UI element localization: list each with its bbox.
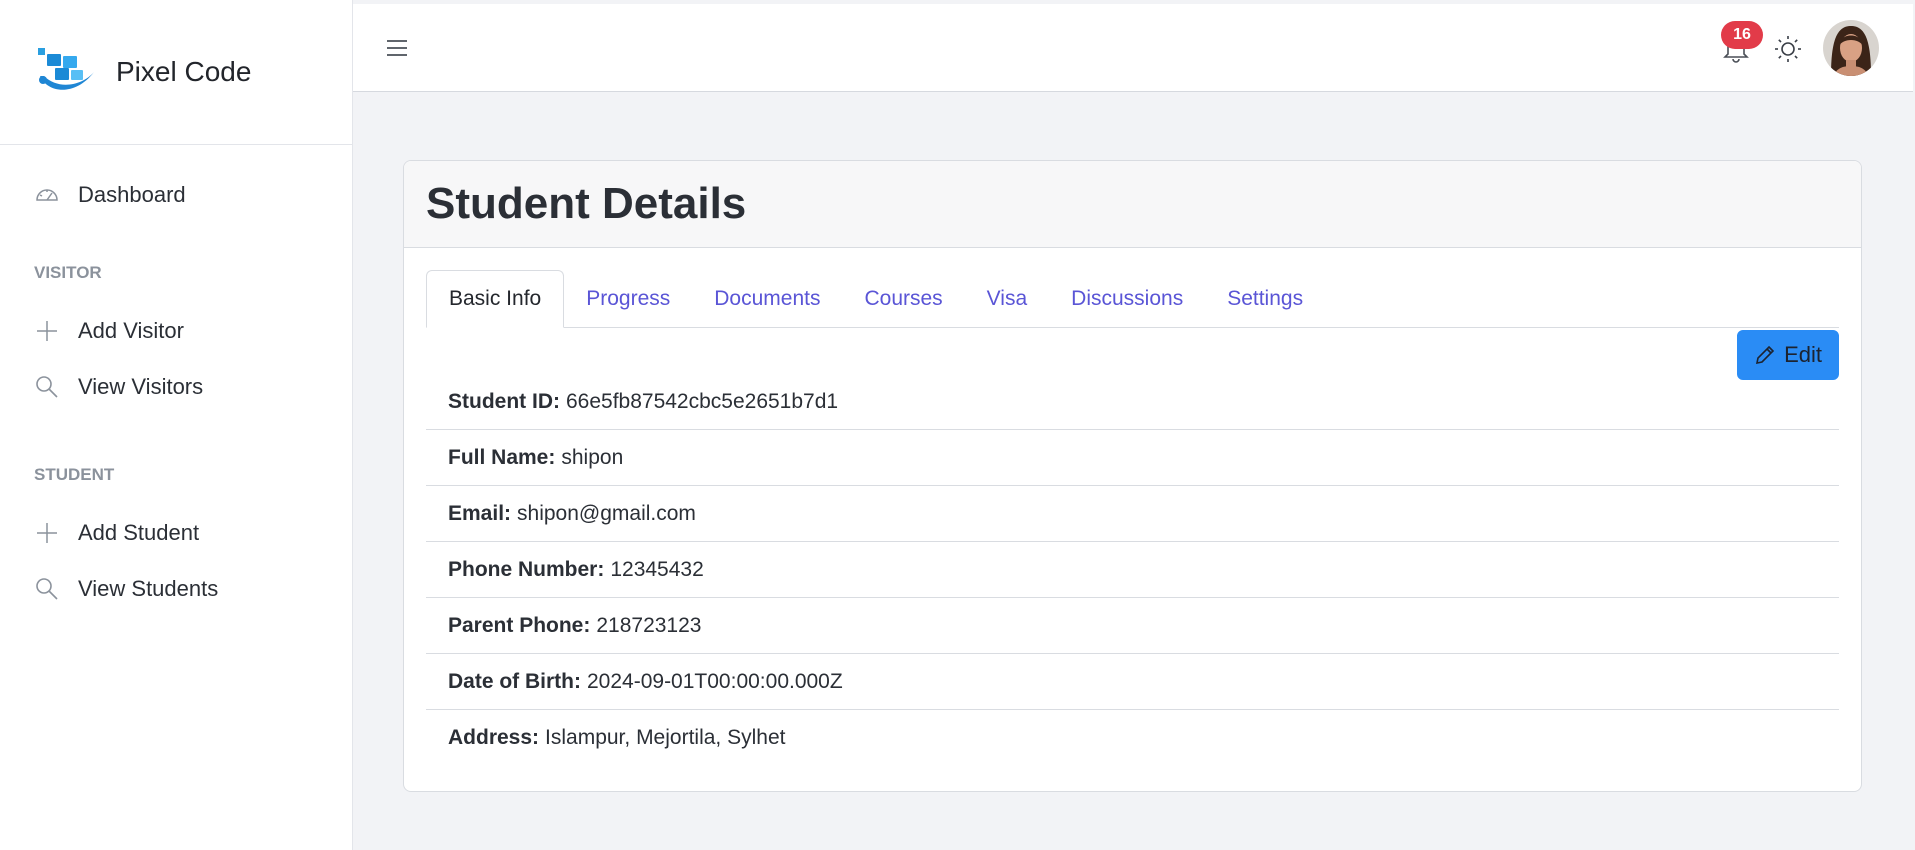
section-title-visitor: VISITOR	[34, 263, 102, 282]
card-header: Student Details	[404, 161, 1861, 248]
page-title: Student Details	[426, 179, 747, 228]
edit-button-label: Edit	[1784, 342, 1822, 367]
student-details-card: Student Details Basic Info Progress Docu…	[403, 160, 1862, 792]
tab-bar: Basic Info Progress Documents Courses Vi…	[426, 270, 1839, 328]
hamburger-icon[interactable]	[385, 38, 409, 58]
sidebar-item-label: View Visitors	[78, 374, 204, 399]
plus-icon	[37, 523, 57, 543]
section-title-student: STUDENT	[34, 465, 115, 484]
info-row-date-of-birth: Date of Birth: 2024-09-01T00:00:00.000Z	[426, 654, 1839, 710]
info-row-address: Address: Islampur, Mejortila, Sylhet	[426, 710, 1839, 766]
sun-icon[interactable]	[1773, 34, 1803, 64]
sidebar-item-label: View Students	[78, 576, 219, 601]
brand-logo-icon	[38, 48, 94, 90]
tab-visa[interactable]: Visa	[965, 270, 1049, 327]
sidebar-item-view-students[interactable]: View Students	[0, 561, 352, 617]
brand[interactable]: Pixel Code	[0, 0, 352, 145]
info-row-parent-phone: Parent Phone: 218723123	[426, 598, 1839, 654]
speedometer-icon	[36, 189, 58, 201]
avatar-image	[1823, 20, 1879, 76]
info-value: shipon	[561, 445, 624, 469]
info-label: Address:	[448, 726, 540, 749]
sidebar-nav: Dashboard VISITOR Add Visitor View Visit…	[0, 145, 352, 617]
pencil-icon	[1756, 345, 1775, 365]
info-row-full-name: Full Name: shipon	[426, 430, 1839, 486]
tab-documents[interactable]: Documents	[692, 270, 842, 327]
info-label: Email:	[448, 501, 512, 525]
info-label: Student ID:	[448, 389, 560, 413]
sidebar-item-label: Dashboard	[78, 182, 186, 207]
brand-name: Pixel Code	[116, 56, 252, 87]
card-body: Basic Info Progress Documents Courses Vi…	[404, 248, 1861, 766]
info-label: Date of Birth:	[448, 669, 581, 693]
edit-button[interactable]: Edit	[1737, 330, 1839, 380]
topbar: 16	[353, 4, 1913, 92]
info-value: 218723123	[596, 613, 702, 637]
plus-icon	[37, 321, 57, 341]
info-value: 2024-09-01T00:00:00.000Z	[587, 669, 843, 693]
tab-discussions[interactable]: Discussions	[1049, 270, 1205, 327]
info-label: Phone Number:	[448, 557, 605, 581]
notification-badge: 16	[1721, 21, 1763, 49]
info-value: 66e5fb87542cbc5e2651b7d1	[565, 389, 839, 413]
info-row-phone-number: Phone Number: 12345432	[426, 542, 1839, 598]
tab-progress[interactable]: Progress	[564, 270, 692, 327]
tab-courses[interactable]: Courses	[842, 270, 964, 327]
tab-basic-info[interactable]: Basic Info	[426, 270, 565, 328]
avatar[interactable]	[1823, 20, 1879, 76]
search-icon	[36, 376, 58, 398]
sidebar-item-dashboard[interactable]: Dashboard	[0, 167, 352, 223]
sidebar-item-view-visitors[interactable]: View Visitors	[0, 359, 352, 415]
search-icon	[36, 578, 58, 600]
sidebar-item-add-student[interactable]: Add Student	[0, 505, 352, 561]
info-value: 12345432	[610, 557, 704, 581]
info-value: shipon@gmail.com	[517, 501, 696, 525]
info-row-email: Email: shipon@gmail.com	[426, 486, 1839, 542]
tab-settings[interactable]: Settings	[1205, 270, 1325, 327]
sidebar-item-label: Add Student	[78, 520, 200, 545]
info-label: Full Name:	[448, 445, 556, 469]
sidebar: Pixel Code Dashboard VISITOR Add Visitor…	[0, 0, 353, 850]
sidebar-item-label: Add Visitor	[78, 318, 184, 343]
sidebar-item-add-visitor[interactable]: Add Visitor	[0, 303, 352, 359]
info-value: Islampur, Mejortila, Sylhet	[545, 726, 786, 749]
info-label: Parent Phone:	[448, 613, 591, 637]
info-row-student-id: Student ID: 66e5fb87542cbc5e2651b7d1	[426, 374, 1839, 430]
info-list: Student ID: 66e5fb87542cbc5e2651b7d1 Ful…	[426, 374, 1839, 766]
